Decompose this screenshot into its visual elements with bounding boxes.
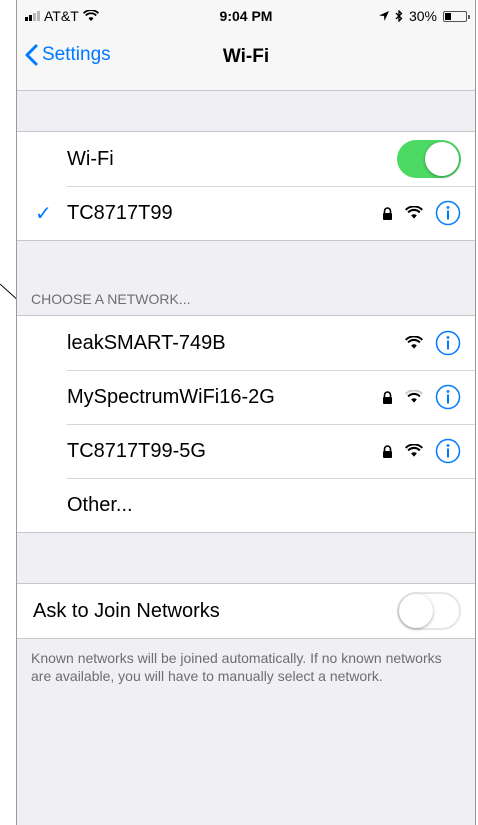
network-name: TC8717T99-5G <box>67 439 206 462</box>
battery-icon <box>443 10 470 22</box>
status-right: 30% <box>378 8 470 24</box>
network-row[interactable]: leakSMART-749B <box>17 316 475 370</box>
connected-network-row[interactable]: ✓ TC8717T99 <box>17 186 475 240</box>
phone-screen: AT&T 9:04 PM 30% Settings Wi-Fi Wi-Fi ✓ … <box>16 0 476 825</box>
header: AT&T 9:04 PM 30% Settings Wi-Fi <box>17 0 475 91</box>
navigation-bar: Settings Wi-Fi <box>17 32 475 90</box>
network-icons <box>382 200 461 226</box>
status-bar: AT&T 9:04 PM 30% <box>17 0 475 32</box>
toggle-knob <box>425 142 459 176</box>
info-icon[interactable] <box>435 200 461 226</box>
ask-to-join-group: Ask to Join Networks <box>17 583 475 639</box>
ask-to-join-footer: Known networks will be joined automatica… <box>31 650 442 684</box>
location-icon <box>378 11 389 21</box>
connected-network-name: TC8717T99 <box>67 201 173 224</box>
ask-to-join-label: Ask to Join Networks <box>33 599 220 622</box>
network-icons <box>405 330 461 356</box>
info-icon[interactable] <box>435 438 461 464</box>
networks-section-header: CHOOSE A NETWORK... <box>17 241 475 315</box>
networks-group: leakSMART-749B MySpectrumWiFi16-2G TC871… <box>17 315 475 533</box>
info-icon[interactable] <box>435 330 461 356</box>
checkmark-icon: ✓ <box>35 202 52 225</box>
lock-icon <box>383 390 392 404</box>
wifi-signal-icon <box>405 336 423 349</box>
wifi-group: Wi-Fi ✓ TC8717T99 <box>17 131 475 241</box>
network-icons <box>382 384 461 410</box>
wifi-signal-weak-icon <box>405 390 423 403</box>
network-row[interactable]: MySpectrumWiFi16-2G <box>17 370 475 424</box>
spacer-top <box>17 91 475 131</box>
ask-to-join-switch[interactable] <box>397 592 461 630</box>
wifi-toggle-label: Wi-Fi <box>67 147 114 170</box>
wifi-toggle-row: Wi-Fi <box>17 132 475 186</box>
spacer-middle <box>17 533 475 583</box>
page-title: Wi-Fi <box>222 46 270 67</box>
lock-icon <box>383 444 392 458</box>
other-network-label: Other... <box>67 493 133 516</box>
network-icons <box>382 438 461 464</box>
networks-header-label: CHOOSE A NETWORK... <box>31 291 191 307</box>
info-icon[interactable] <box>435 384 461 410</box>
battery-percent: 30% <box>408 8 437 24</box>
network-row[interactable]: TC8717T99-5G <box>17 424 475 478</box>
other-network-row[interactable]: Other... <box>17 478 475 532</box>
wifi-signal-icon <box>405 444 423 457</box>
network-name: MySpectrumWiFi16-2G <box>67 385 275 408</box>
bluetooth-icon <box>395 10 403 22</box>
wifi-signal-icon <box>405 206 423 219</box>
ask-to-join-row: Ask to Join Networks <box>17 584 475 638</box>
wifi-toggle-switch[interactable] <box>397 140 461 178</box>
network-name: leakSMART-749B <box>67 331 226 354</box>
toggle-knob <box>399 594 433 628</box>
lock-icon <box>383 206 392 220</box>
